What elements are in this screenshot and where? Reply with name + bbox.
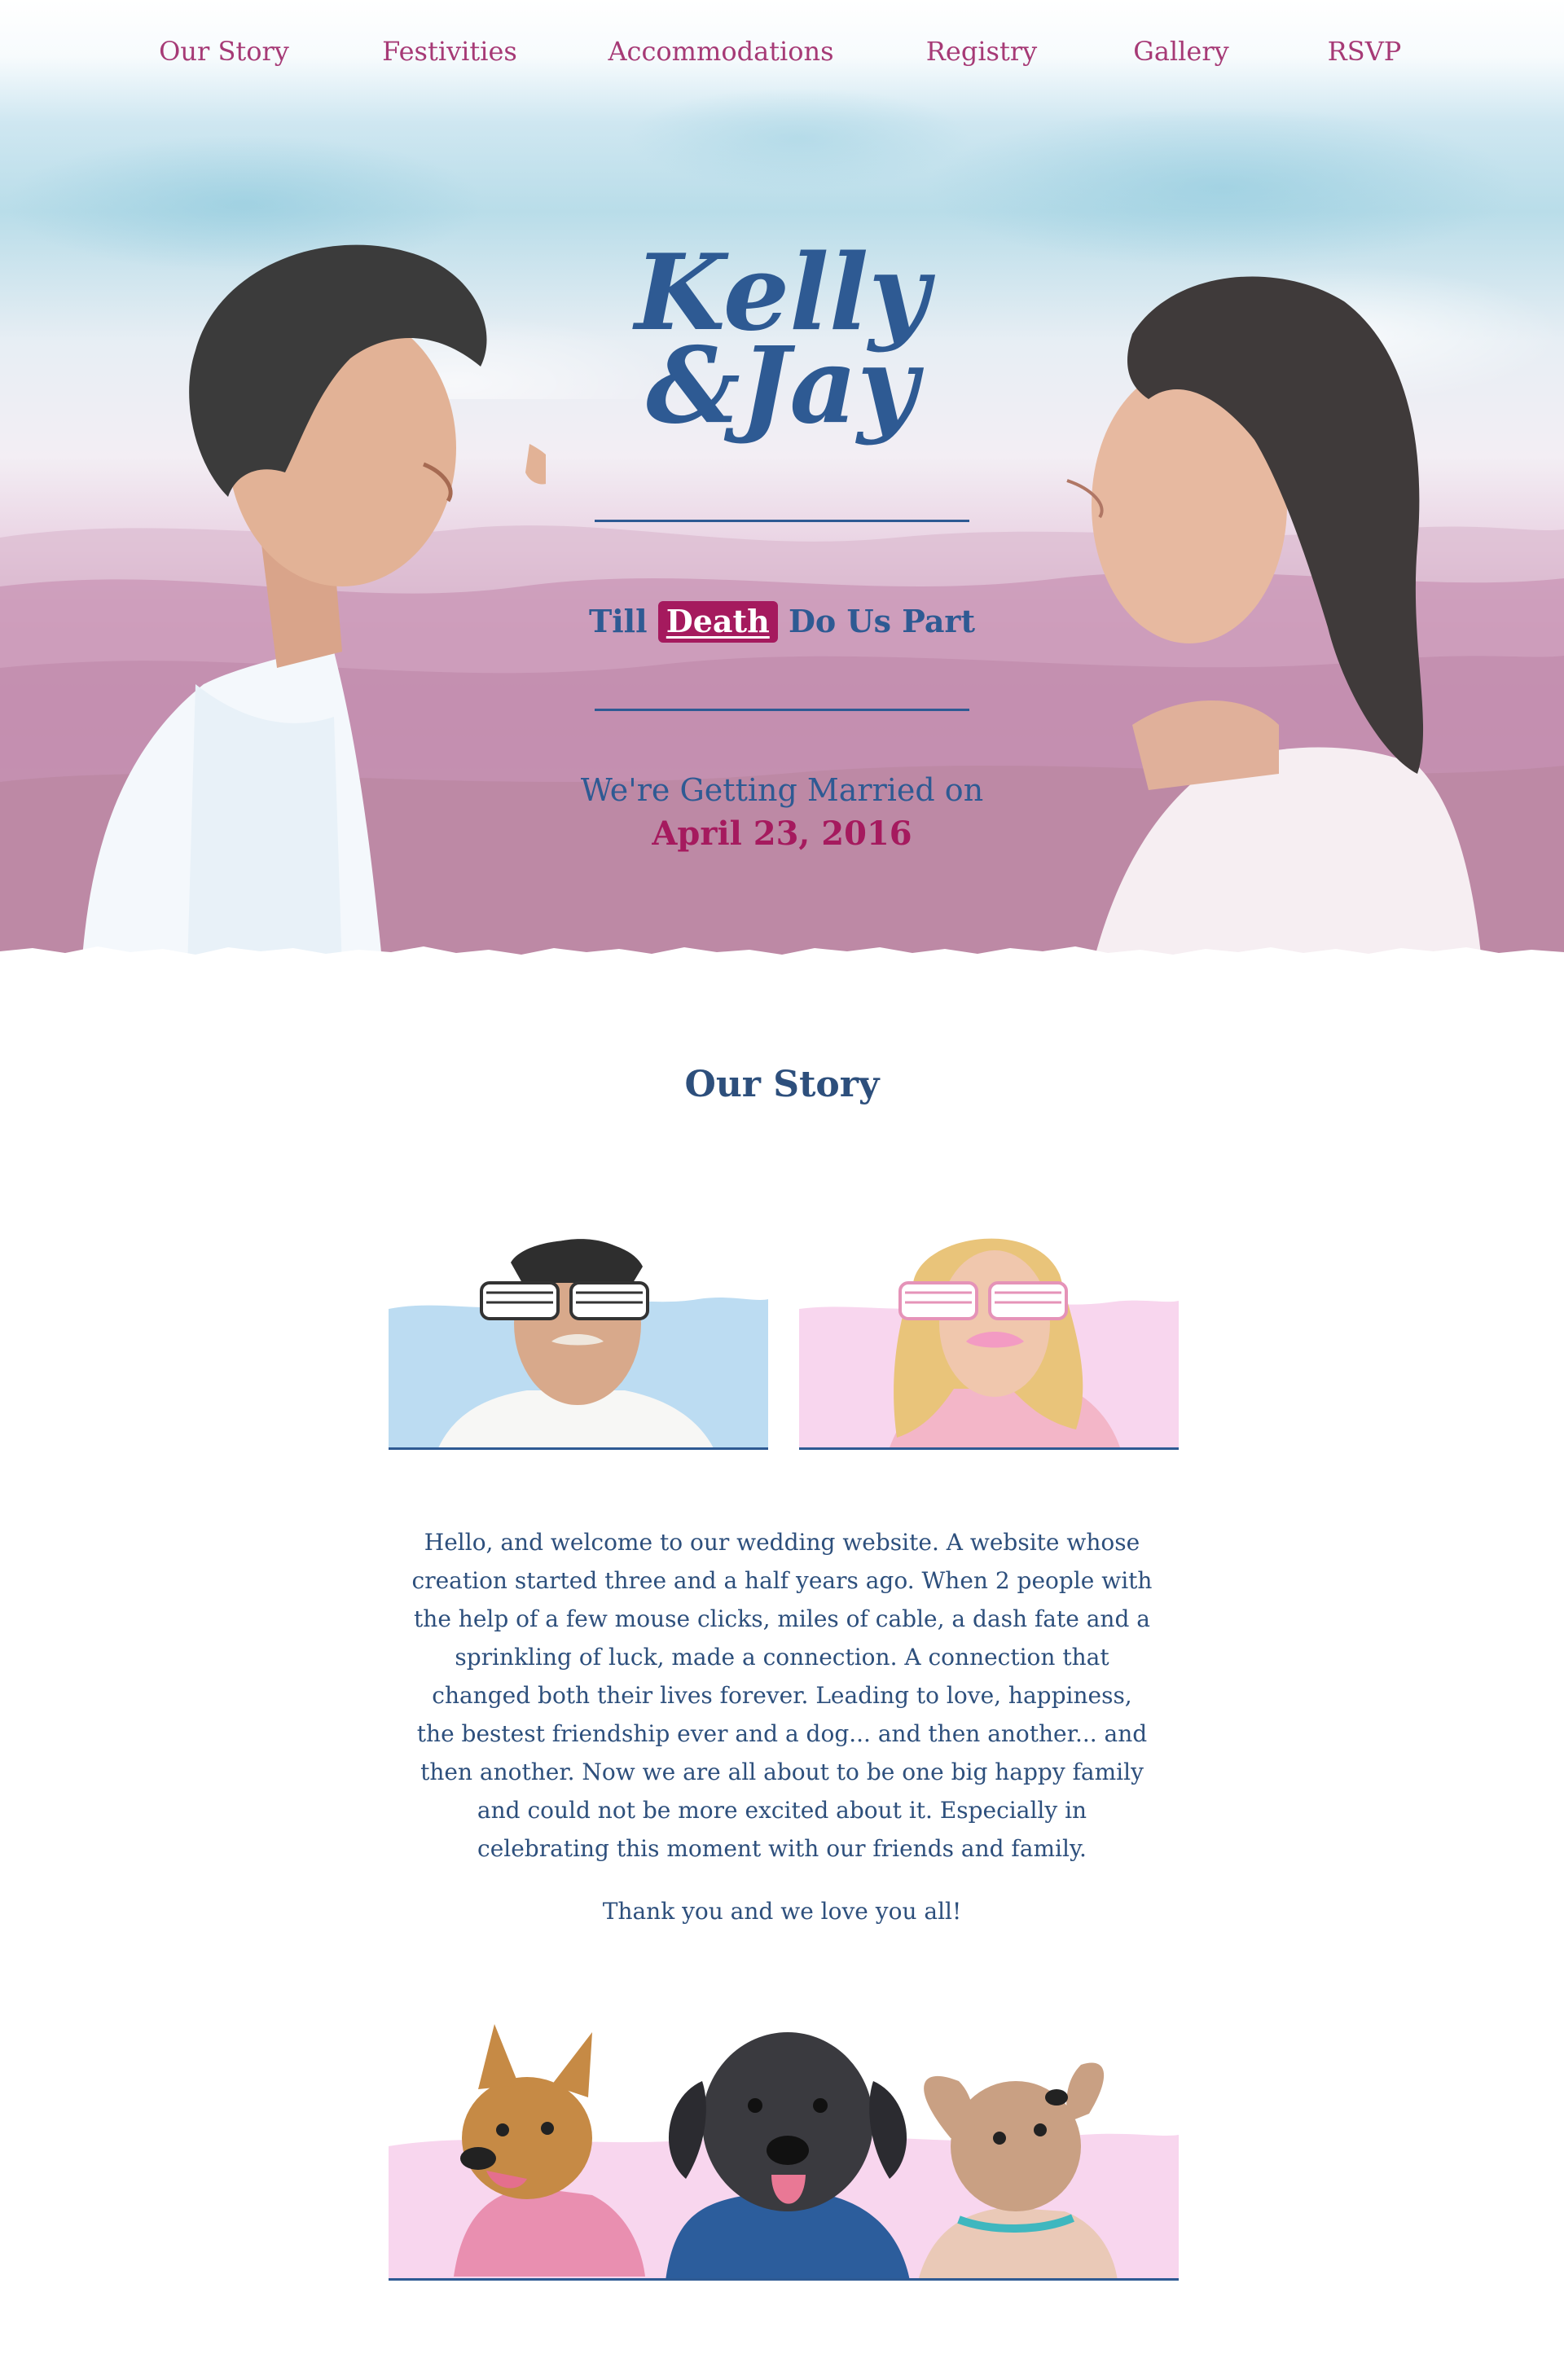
hero-banner: Kelly &Jay Till Death Do Us Part We're G… xyxy=(0,0,1564,969)
photo-base-line xyxy=(389,2278,1179,2281)
couple-names: Kelly &Jay xyxy=(570,241,994,447)
nav-link-accommodations[interactable]: Accommodations xyxy=(608,36,833,67)
bride-photo-illustration xyxy=(799,1238,1179,1450)
story-paragraph: Hello, and welcome to our wedding websit… xyxy=(411,1529,1153,1862)
tagline: Till Death Do Us Part xyxy=(570,601,994,643)
photo-base-line xyxy=(799,1447,1179,1450)
tagline-after: Do Us Part xyxy=(788,603,976,639)
photo-bride-sunglasses xyxy=(799,1218,1179,1450)
photo-base-line xyxy=(389,1447,768,1450)
tagline-before: Till xyxy=(588,603,648,639)
thanks-message: Thank you and we love you all! xyxy=(602,1898,962,1925)
groom-photo-illustration xyxy=(389,1239,768,1450)
nav-link-gallery[interactable]: Gallery xyxy=(1133,36,1228,67)
bride-portrait xyxy=(1066,276,1483,969)
title-divider-top xyxy=(595,520,969,522)
dogs-illustration xyxy=(389,2024,1179,2281)
nav-link-rsvp[interactable]: RSVP xyxy=(1328,36,1402,67)
torn-paper-edge xyxy=(0,946,1564,969)
nav-link-our-story[interactable]: Our Story xyxy=(159,36,289,67)
groom-portrait xyxy=(81,244,546,969)
photo-groom-sunglasses xyxy=(389,1218,768,1450)
hero-title-block: Kelly &Jay Till Death Do Us Part We're G… xyxy=(570,241,994,853)
date-intro: We're Getting Married on xyxy=(580,772,984,808)
nav-link-festivities[interactable]: Festivities xyxy=(382,36,517,67)
wedding-date: April 23, 2016 xyxy=(652,815,912,853)
section-title-our-story: Our Story xyxy=(684,1064,880,1105)
name-line-2: &Jay xyxy=(646,325,918,447)
top-navigation: Our Story Festivities Accommodations Reg… xyxy=(0,0,1564,106)
tagline-highlight: Death xyxy=(657,601,778,643)
nav-link-registry[interactable]: Registry xyxy=(926,36,1037,67)
title-divider-bottom xyxy=(595,709,969,711)
photo-dogs xyxy=(389,2008,1179,2281)
